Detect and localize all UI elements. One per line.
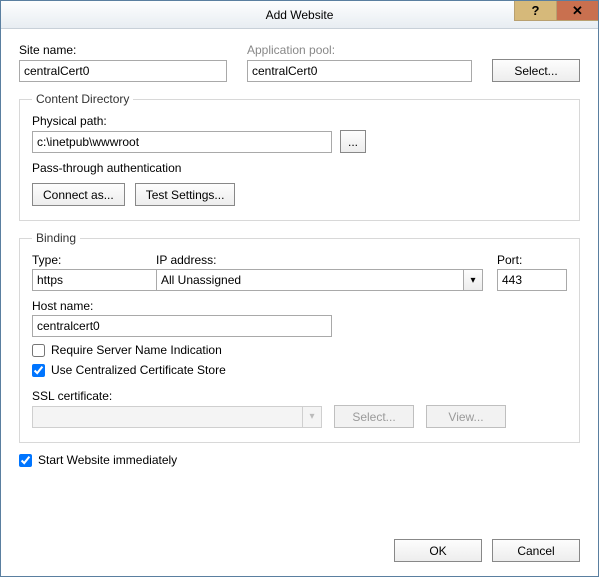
- port-input[interactable]: [497, 269, 567, 291]
- titlebar-buttons: ? ✕: [514, 1, 598, 28]
- sni-checkbox-row[interactable]: Require Server Name Indication: [32, 343, 567, 357]
- ssl-cert-label: SSL certificate:: [32, 389, 567, 403]
- site-name-input[interactable]: [19, 60, 227, 82]
- ip-label: IP address:: [156, 253, 483, 267]
- content-directory-legend: Content Directory: [32, 92, 133, 106]
- ccs-checkbox-row[interactable]: Use Centralized Certificate Store: [32, 363, 567, 377]
- host-name-input[interactable]: [32, 315, 332, 337]
- connect-as-button[interactable]: Connect as...: [32, 183, 125, 206]
- titlebar: Add Website ? ✕: [1, 1, 598, 29]
- ssl-cert-combo: ▾: [32, 406, 322, 428]
- sni-checkbox[interactable]: [32, 344, 45, 357]
- app-pool-input: [247, 60, 472, 82]
- auth-label: Pass-through authentication: [32, 161, 567, 175]
- ccs-label: Use Centralized Certificate Store: [51, 363, 226, 377]
- type-combo[interactable]: ▾: [32, 269, 142, 291]
- content-directory-group: Content Directory Physical path: ... Pas…: [19, 92, 580, 221]
- ssl-cert-value: [32, 406, 302, 428]
- physical-path-label: Physical path:: [32, 114, 107, 128]
- sni-label: Require Server Name Indication: [51, 343, 222, 357]
- window-title: Add Website: [266, 8, 334, 22]
- ip-value[interactable]: [156, 269, 463, 291]
- close-button[interactable]: ✕: [556, 1, 598, 21]
- help-button[interactable]: ?: [514, 1, 556, 21]
- select-app-pool-button[interactable]: Select...: [492, 59, 580, 82]
- start-immediately-label: Start Website immediately: [38, 453, 177, 467]
- chevron-down-icon: ▾: [302, 406, 322, 428]
- ip-combo[interactable]: ▾: [156, 269, 483, 291]
- cancel-button[interactable]: Cancel: [492, 539, 580, 562]
- app-pool-label: Application pool:: [247, 43, 472, 57]
- ssl-select-button: Select...: [334, 405, 414, 428]
- port-label: Port:: [497, 253, 567, 267]
- physical-path-input[interactable]: [32, 131, 332, 153]
- ok-button[interactable]: OK: [394, 539, 482, 562]
- binding-group: Binding Type: ▾ IP address: ▾: [19, 231, 580, 443]
- chevron-down-icon[interactable]: ▾: [463, 269, 483, 291]
- host-name-label: Host name:: [32, 299, 567, 313]
- browse-path-button[interactable]: ...: [340, 130, 366, 153]
- test-settings-button[interactable]: Test Settings...: [135, 183, 236, 206]
- start-immediately-checkbox[interactable]: [19, 454, 32, 467]
- add-website-dialog: Add Website ? ✕ Site name: Application p…: [0, 0, 599, 577]
- type-label: Type:: [32, 253, 142, 267]
- ccs-checkbox[interactable]: [32, 364, 45, 377]
- ssl-view-button: View...: [426, 405, 506, 428]
- binding-legend: Binding: [32, 231, 80, 245]
- site-name-label: Site name:: [19, 43, 227, 57]
- start-immediately-row[interactable]: Start Website immediately: [19, 453, 580, 467]
- dialog-footer: OK Cancel: [1, 529, 598, 576]
